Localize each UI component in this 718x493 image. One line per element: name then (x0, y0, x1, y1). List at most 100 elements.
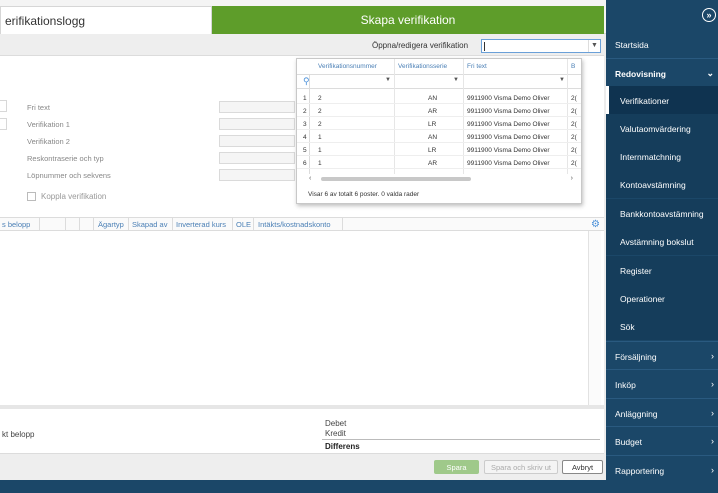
sidebar-item-label: Försäljning (615, 352, 657, 362)
top-tab-bar: erifikationslogg Skapa verifikation (0, 0, 606, 34)
sidebar-item-inkop[interactable]: Inköp › (606, 369, 718, 397)
field-label-free-text: Fri text (27, 103, 50, 112)
sidebar-item-label: Budget (615, 437, 642, 447)
difference-label: Differens (325, 442, 360, 451)
sidebar-item-anlaggning[interactable]: Anläggning › (606, 398, 718, 426)
sidebar-item-bankkontoavstamning[interactable]: Bankkontoavstämning (606, 199, 718, 227)
chevron-down-icon[interactable]: ▼ (385, 77, 391, 83)
dropdown-column-header[interactable]: Verifikationsnummer (318, 63, 394, 70)
kredit-label: Kredit (325, 429, 346, 438)
gear-icon[interactable]: ⚙ (590, 219, 601, 230)
chevron-right-icon[interactable]: › (571, 175, 573, 182)
chevron-down-icon[interactable]: ▼ (453, 77, 459, 83)
dropdown-row[interactable]: 6 1 AR 9911900 Visma Demo Oliver 2( (297, 158, 581, 169)
chevron-down-icon[interactable]: ▼ (559, 77, 565, 83)
sidebar-item-sok[interactable]: Sök (606, 312, 718, 340)
verification-number: 2 (318, 121, 322, 128)
column-separator (253, 218, 254, 231)
verification-series: AR (428, 108, 438, 115)
sidebar-item-label: Startsida (615, 40, 649, 50)
field-label-sequence: Löpnummer och sekvens (27, 171, 111, 180)
debet-label: Debet (325, 419, 347, 428)
horizontal-scrollbar[interactable]: ‹ › (309, 175, 581, 183)
verification-2-field[interactable] (219, 135, 295, 147)
tab-verification-log[interactable]: erifikationslogg (0, 6, 212, 34)
dropdown-row[interactable]: 4 1 AN 9911900 Visma Demo Oliver 2( (297, 132, 581, 143)
dropdown-row[interactable]: 1 2 AN 9911900 Visma Demo Oliver 2( (297, 93, 581, 104)
verification-series: LR (428, 121, 437, 128)
b-column: 2( (571, 121, 577, 128)
footer-actions: Spara Spara och skriv ut Avbryt (0, 453, 604, 480)
sidebar-item-operationer[interactable]: Operationer (606, 284, 718, 312)
sidebar-item-startsida[interactable]: Startsida (606, 30, 718, 58)
dropdown-row[interactable]: 5 1 LR 9911900 Visma Demo Oliver 2( (297, 145, 581, 156)
free-text: 9911900 Visma Demo Oliver (467, 134, 550, 141)
ledger-series-field[interactable] (219, 152, 295, 164)
sidebar-item-verifikationer[interactable]: Verifikationer (606, 86, 718, 114)
row-number: 2 (303, 108, 307, 115)
field-stub (0, 118, 7, 130)
dropdown-row[interactable]: 3 2 LR 9911900 Visma Demo Oliver 2( (297, 119, 581, 130)
scrollbar-thumb[interactable] (321, 177, 471, 181)
dropdown-column-header[interactable]: Fri text (467, 63, 547, 70)
column-separator (79, 218, 80, 231)
sidebar-item-budget[interactable]: Budget › (606, 426, 718, 454)
chevron-right-icon: › (711, 351, 714, 361)
dropdown-column-header[interactable]: B (571, 63, 579, 70)
sidebar-item-register[interactable]: Register (606, 256, 718, 284)
sidebar-item-label: Verifikationer (620, 96, 670, 106)
chevron-right-icon: › (711, 408, 714, 418)
vertical-scrollbar[interactable] (588, 231, 601, 405)
column-header[interactable]: Skapad av (132, 220, 167, 229)
field-label-verification-1: Verifikation 1 (27, 120, 70, 129)
collapse-sidebar-icon[interactable]: » (702, 8, 716, 22)
sidebar-item-label: Sök (620, 322, 635, 332)
free-text-field[interactable] (219, 101, 295, 113)
dropdown-row[interactable]: 2 2 AR 9911900 Visma Demo Oliver 2( (297, 106, 581, 117)
tab-create-verification[interactable]: Skapa verifikation (212, 6, 604, 34)
column-header[interactable]: OLE (236, 220, 251, 229)
free-text: 9911900 Visma Demo Oliver (467, 95, 550, 102)
row-number: 1 (303, 95, 307, 102)
column-header[interactable]: Ägartyp (98, 220, 124, 229)
row-number: 5 (303, 147, 307, 154)
chevron-left-icon[interactable]: ‹ (309, 175, 311, 182)
dropdown-header: Verifikationsnummer Verifikationsserie F… (297, 59, 581, 75)
chevron-down-icon[interactable]: ▼ (588, 40, 600, 52)
dropdown-status: Visar 6 av totalt 6 poster. 0 valda rade… (308, 191, 420, 198)
verification-dropdown: Verifikationsnummer Verifikationsserie F… (296, 58, 582, 204)
verification-1-field[interactable] (219, 118, 295, 130)
verification-number: 2 (318, 95, 322, 102)
column-separator (342, 218, 343, 231)
sidebar-item-forsaljning[interactable]: Försäljning › (606, 341, 718, 369)
sidebar-item-kontoavstamning[interactable]: Kontoavstämning (606, 170, 718, 198)
summary-area: kt belopp Debet Kredit Differens (0, 405, 604, 453)
sidebar-item-rapportering[interactable]: Rapportering › (606, 455, 718, 483)
save-and-print-button[interactable]: Spara och skriv ut (484, 460, 558, 474)
verification-series: LR (428, 147, 437, 154)
sidebar-item-valutaomvardering[interactable]: Valutaomvärdering (606, 114, 718, 142)
cancel-button[interactable]: Avbryt (562, 460, 603, 474)
sequence-field[interactable] (219, 169, 295, 181)
column-header[interactable]: s belopp (2, 220, 30, 229)
link-verification-label: Koppla verifikation (41, 192, 107, 201)
save-button[interactable]: Spara (434, 460, 479, 474)
sidebar-item-internmatchning[interactable]: Internmatchning (606, 142, 718, 170)
free-text: 9911900 Visma Demo Oliver (467, 121, 550, 128)
dropdown-filter-row: ⚲ ▼ ▼ ▼ (297, 75, 581, 89)
column-separator (65, 218, 66, 231)
open-verification-select[interactable]: ▼ (481, 39, 601, 53)
link-verification-checkbox[interactable] (27, 192, 36, 201)
sidebar-item-avstamning-bokslut[interactable]: Avstämning bokslut (606, 227, 718, 255)
sidebar-item-label: Bankkontoavstämning (620, 209, 704, 219)
column-header[interactable]: Inverterad kurs (176, 220, 226, 229)
row-number: 3 (303, 121, 307, 128)
summary-divider (322, 439, 600, 440)
sidebar-item-redovisning[interactable]: Redovisning ⌄ (606, 58, 718, 86)
sidebar-item-label: Register (620, 266, 652, 276)
column-header[interactable]: Intäkts/kostnadskonto (258, 220, 331, 229)
text-cursor (484, 42, 485, 51)
dropdown-column-header[interactable]: Verifikationsserie (398, 63, 462, 70)
b-column: 2( (571, 108, 577, 115)
sidebar-item-label: Internmatchning (620, 152, 681, 162)
